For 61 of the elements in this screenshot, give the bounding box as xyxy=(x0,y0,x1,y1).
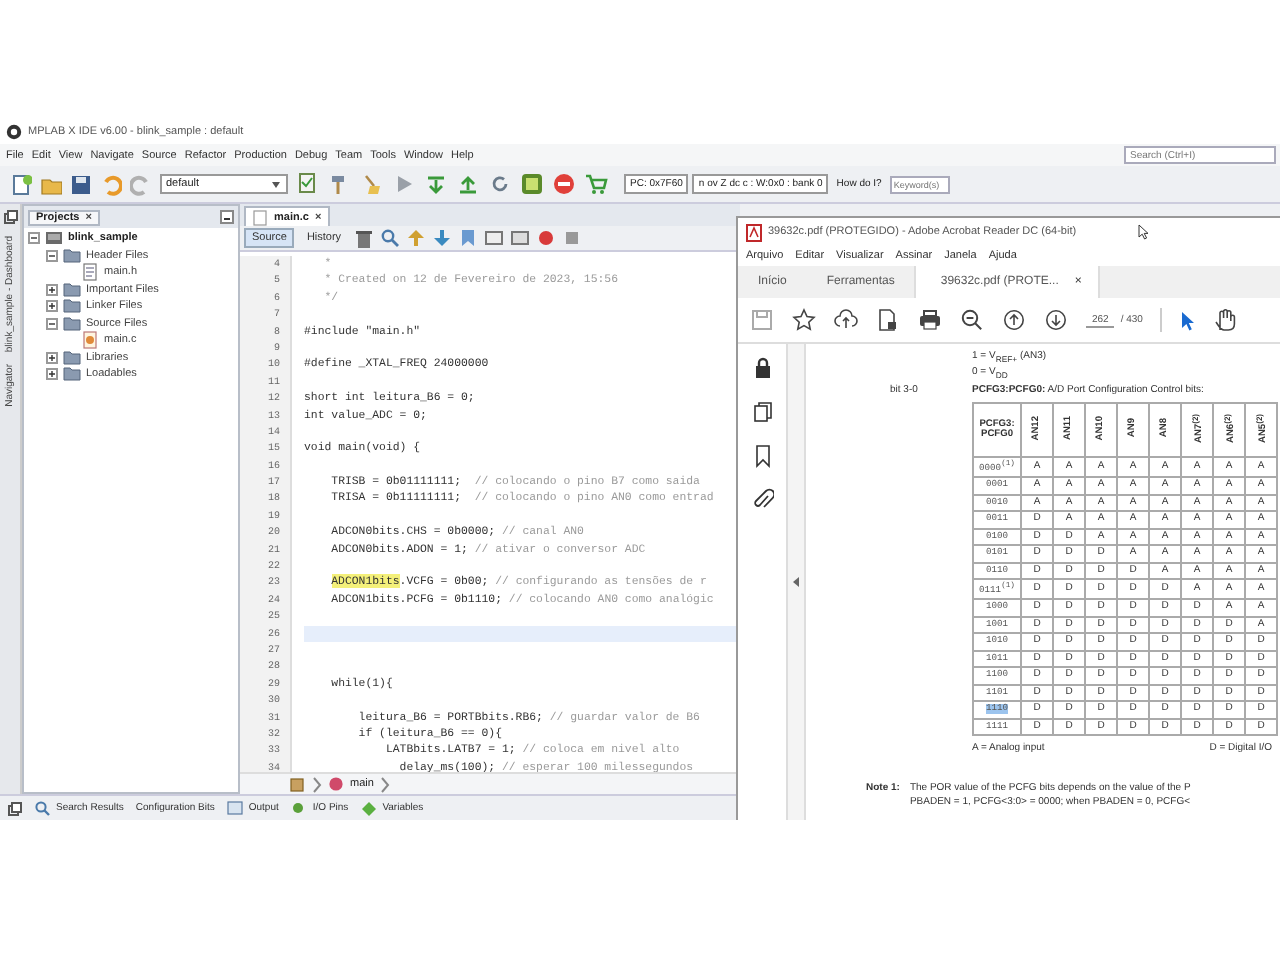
restore-icon xyxy=(3,210,17,224)
source-file-icon xyxy=(252,209,268,225)
magnifier-icon xyxy=(34,799,52,817)
cart-icon[interactable] xyxy=(584,172,608,196)
upload-icon[interactable] xyxy=(456,172,480,196)
download-icon[interactable] xyxy=(424,172,448,196)
page-up-icon[interactable] xyxy=(1002,308,1026,332)
folder-icon xyxy=(62,364,82,385)
copy-pages-icon[interactable] xyxy=(751,400,773,424)
chevron-icon xyxy=(312,775,322,793)
source-file-icon xyxy=(80,330,100,351)
expand-icon[interactable] xyxy=(46,351,58,364)
expand-icon[interactable] xyxy=(46,368,58,381)
paperclip-icon[interactable] xyxy=(751,488,773,512)
trash-icon[interactable] xyxy=(353,228,374,248)
collapse-arrow-icon[interactable] xyxy=(792,576,800,588)
uncomment-icon[interactable] xyxy=(509,228,530,248)
folder-icon xyxy=(62,313,82,334)
locked-file-icon[interactable] xyxy=(876,308,900,332)
collapse-icon[interactable] xyxy=(28,232,40,245)
lock-icon[interactable] xyxy=(751,356,773,380)
arrow-down-icon[interactable] xyxy=(431,228,452,248)
hand-icon[interactable] xyxy=(1214,308,1237,332)
folder-icon xyxy=(62,279,82,300)
save-icon[interactable] xyxy=(70,173,92,195)
folder-icon xyxy=(62,347,82,368)
refresh-icon[interactable] xyxy=(488,172,512,196)
caret-icon xyxy=(270,178,282,190)
minimize-icon[interactable] xyxy=(220,210,234,224)
debug-badge-icon[interactable] xyxy=(520,172,544,196)
project-icon xyxy=(44,228,64,249)
pointer-icon[interactable] xyxy=(1180,309,1197,331)
page-down-icon[interactable] xyxy=(1044,308,1068,332)
comment-icon[interactable] xyxy=(483,228,504,248)
function-icon xyxy=(328,776,344,792)
chevron-icon xyxy=(379,775,390,793)
clipboard-icon[interactable] xyxy=(296,172,320,196)
collapse-icon[interactable] xyxy=(46,317,58,330)
magnifier-icon[interactable] xyxy=(379,228,400,248)
record-icon[interactable] xyxy=(535,228,556,248)
printer-icon[interactable] xyxy=(918,308,942,332)
folder-icon xyxy=(62,296,82,317)
broom-icon[interactable] xyxy=(360,172,384,196)
cursor-icon xyxy=(1138,224,1151,240)
zoom-out-icon[interactable] xyxy=(960,308,984,332)
stop-square-icon[interactable] xyxy=(561,228,582,248)
diamond-icon xyxy=(360,799,379,817)
pdf-icon xyxy=(746,223,762,241)
folder-icon xyxy=(62,245,82,266)
output-icon xyxy=(226,799,245,817)
header-file-icon xyxy=(80,262,100,283)
bookmark-icon[interactable] xyxy=(751,444,773,468)
new-file-icon[interactable] xyxy=(10,173,32,195)
expand-icon[interactable] xyxy=(46,283,58,296)
star-icon[interactable] xyxy=(792,308,816,332)
expand-icon[interactable] xyxy=(46,300,58,313)
restore-icon xyxy=(8,801,22,815)
folder-icon[interactable] xyxy=(40,173,62,195)
stop-icon[interactable] xyxy=(552,172,576,196)
collapse-icon[interactable] xyxy=(46,249,58,262)
cloud-upload-icon[interactable] xyxy=(834,308,858,332)
